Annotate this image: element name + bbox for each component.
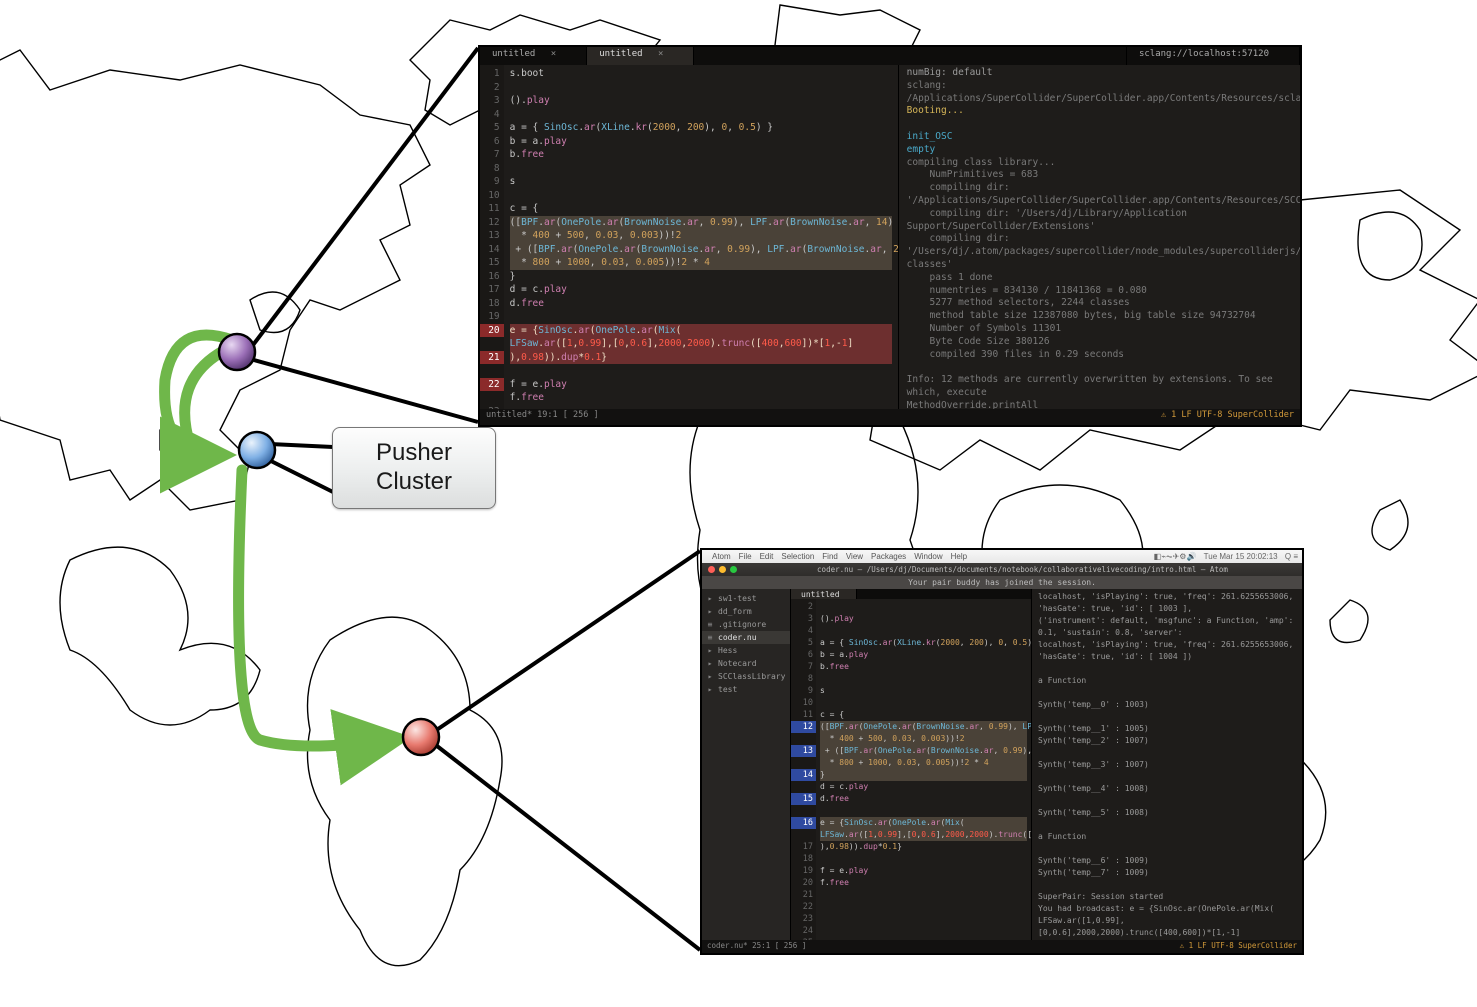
node-red: [403, 719, 439, 755]
folder-icon: ▸: [706, 670, 714, 683]
diagram-stage: Pusher Cluster untitled × untitled × scl…: [0, 0, 1477, 1007]
folder-icon: ▸: [706, 644, 714, 657]
statusbar: coder.nu* 25:1 [ 256 ] ⚠ 1 LF UTF-8 Supe…: [702, 940, 1302, 954]
tab-label: untitled: [801, 590, 840, 599]
menu-packages[interactable]: Packages: [871, 552, 906, 561]
tree-item[interactable]: ▸ dd_form: [706, 605, 786, 618]
tree-item[interactable]: ▸ Notecard: [706, 657, 786, 670]
tab-label: untitled: [492, 49, 535, 59]
editor-top-tabs: untitled × untitled × sclang://localhost…: [480, 47, 1300, 65]
pusher-cluster-label: Pusher Cluster: [332, 427, 496, 509]
statusbar-right: ⚠ 1 LF UTF-8 SuperCollider: [1180, 941, 1297, 953]
file-tree[interactable]: ▸ sw1-test ▸ dd_form ≡ .gitignore ≡ coder.nu ▸ He…: [702, 589, 791, 940]
mac-menubar: Atom File Edit Selection Find View Packages Win…: [702, 550, 1302, 563]
window-titlebar: coder.nu — /Users/dj/Documents/documents…: [702, 563, 1302, 576]
menu-help[interactable]: Help: [951, 552, 967, 561]
tray-icons: ◧⌁⏦✈⚙🔊: [1154, 552, 1197, 561]
editor-tabs: untitled: [791, 589, 1031, 599]
menubar-tray: ◧⌁⏦✈⚙🔊 Tue Mar 15 20:02:13 Q ≡: [1149, 552, 1298, 562]
tree-item-label: SCClassLibrary: [718, 670, 785, 683]
tree-item-label: sw1-test: [718, 592, 757, 605]
tree-item-label: Hess: [718, 644, 737, 657]
node-purple: [219, 334, 255, 370]
menu-view[interactable]: View: [846, 552, 863, 561]
menu-atom[interactable]: Atom: [712, 552, 731, 561]
editor-window-bottom: Atom File Edit Selection Find View Packages Win…: [700, 548, 1304, 955]
statusbar-left: untitled* 19:1 [ 256 ]: [486, 410, 599, 424]
tab-untitled-2[interactable]: untitled ×: [587, 47, 694, 65]
menu-selection[interactable]: Selection: [781, 552, 814, 561]
tree-item[interactable]: ▸ sw1-test: [706, 592, 786, 605]
menu-items: Atom File Edit Selection Find View Packages Win…: [712, 552, 975, 561]
file-icon: ≡: [706, 618, 714, 631]
tray-user[interactable]: Q ≡: [1285, 552, 1298, 561]
folder-icon: ▸: [706, 605, 714, 618]
tree-item[interactable]: ≡ coder.nu: [702, 631, 790, 644]
statusbar-right: ⚠ 1 LF UTF-8 SuperCollider: [1161, 410, 1294, 424]
menu-edit[interactable]: Edit: [760, 552, 774, 561]
statusbar-left: coder.nu* 25:1 [ 256 ]: [707, 941, 806, 953]
log-panel: localhost, 'isPlaying': true, 'freq': 26…: [1031, 589, 1302, 940]
node-blue: [239, 432, 275, 468]
info-bar-text: Your pair buddy has joined the session.: [908, 578, 1096, 587]
line-gutter: 1 2 3 4 5 6 7 8 9 10 11 12 13 14 15 16 1…: [480, 65, 504, 411]
statusbar: untitled* 19:1 [ 256 ] ⚠ 1 LF UTF-8 Supe…: [480, 409, 1300, 425]
zoom-icon[interactable]: [730, 566, 737, 573]
tree-item-label: coder.nu: [718, 631, 757, 644]
code-editor[interactable]: s.boot ().play a = { SinOsc.ar(XLine.kr(…: [504, 65, 898, 411]
info-bar: Your pair buddy has joined the session.: [702, 576, 1302, 589]
tab-untitled[interactable]: untitled: [791, 589, 857, 599]
editor-window-top: untitled × untitled × sclang://localhost…: [478, 45, 1302, 427]
tree-item-label: .gitignore: [718, 618, 766, 631]
tray-icon[interactable]: 🔊: [1186, 552, 1196, 561]
tree-item[interactable]: ▸ test: [706, 683, 786, 696]
menu-window[interactable]: Window: [914, 552, 942, 561]
tree-item[interactable]: ▸ Hess: [706, 644, 786, 657]
tree-item-label: test: [718, 683, 737, 696]
tree-item-label: Notecard: [718, 657, 757, 670]
file-icon: ≡: [706, 631, 714, 644]
code-editor[interactable]: ().play a = { SinOsc.ar(XLine.kr(2000, 2…: [816, 599, 1031, 940]
folder-icon: ▸: [706, 592, 714, 605]
log-tab-label: sclang://localhost:57120: [1139, 49, 1269, 59]
tab-untitled-1[interactable]: untitled ×: [480, 47, 587, 65]
menu-find[interactable]: Find: [822, 552, 838, 561]
menu-file[interactable]: File: [739, 552, 752, 561]
traffic-lights[interactable]: [708, 566, 737, 573]
tree-item-label: dd_form: [718, 605, 752, 618]
close-icon[interactable]: ×: [658, 49, 663, 59]
close-icon[interactable]: [708, 566, 715, 573]
tree-item[interactable]: ▸ SCClassLibrary: [706, 670, 786, 683]
folder-icon: ▸: [706, 657, 714, 670]
close-icon[interactable]: ×: [551, 49, 556, 59]
window-title: coder.nu — /Users/dj/Documents/documents…: [743, 565, 1302, 574]
tab-label: untitled: [599, 49, 642, 59]
log-panel: numBig: default sclang: /Applications/Su…: [898, 65, 1300, 411]
folder-icon: ▸: [706, 683, 714, 696]
log-tab[interactable]: sclang://localhost:57120: [1126, 47, 1300, 65]
minimize-icon[interactable]: [719, 566, 726, 573]
line-gutter: 2 3 4 5 6 7 8 9 10 11 12 13 14 15 16 17 …: [791, 599, 816, 940]
tree-item[interactable]: ≡ .gitignore: [706, 618, 786, 631]
clock: Tue Mar 15 20:02:13: [1204, 552, 1278, 561]
pusher-line-2: Cluster: [333, 468, 495, 497]
pusher-line-1: Pusher: [333, 439, 495, 468]
